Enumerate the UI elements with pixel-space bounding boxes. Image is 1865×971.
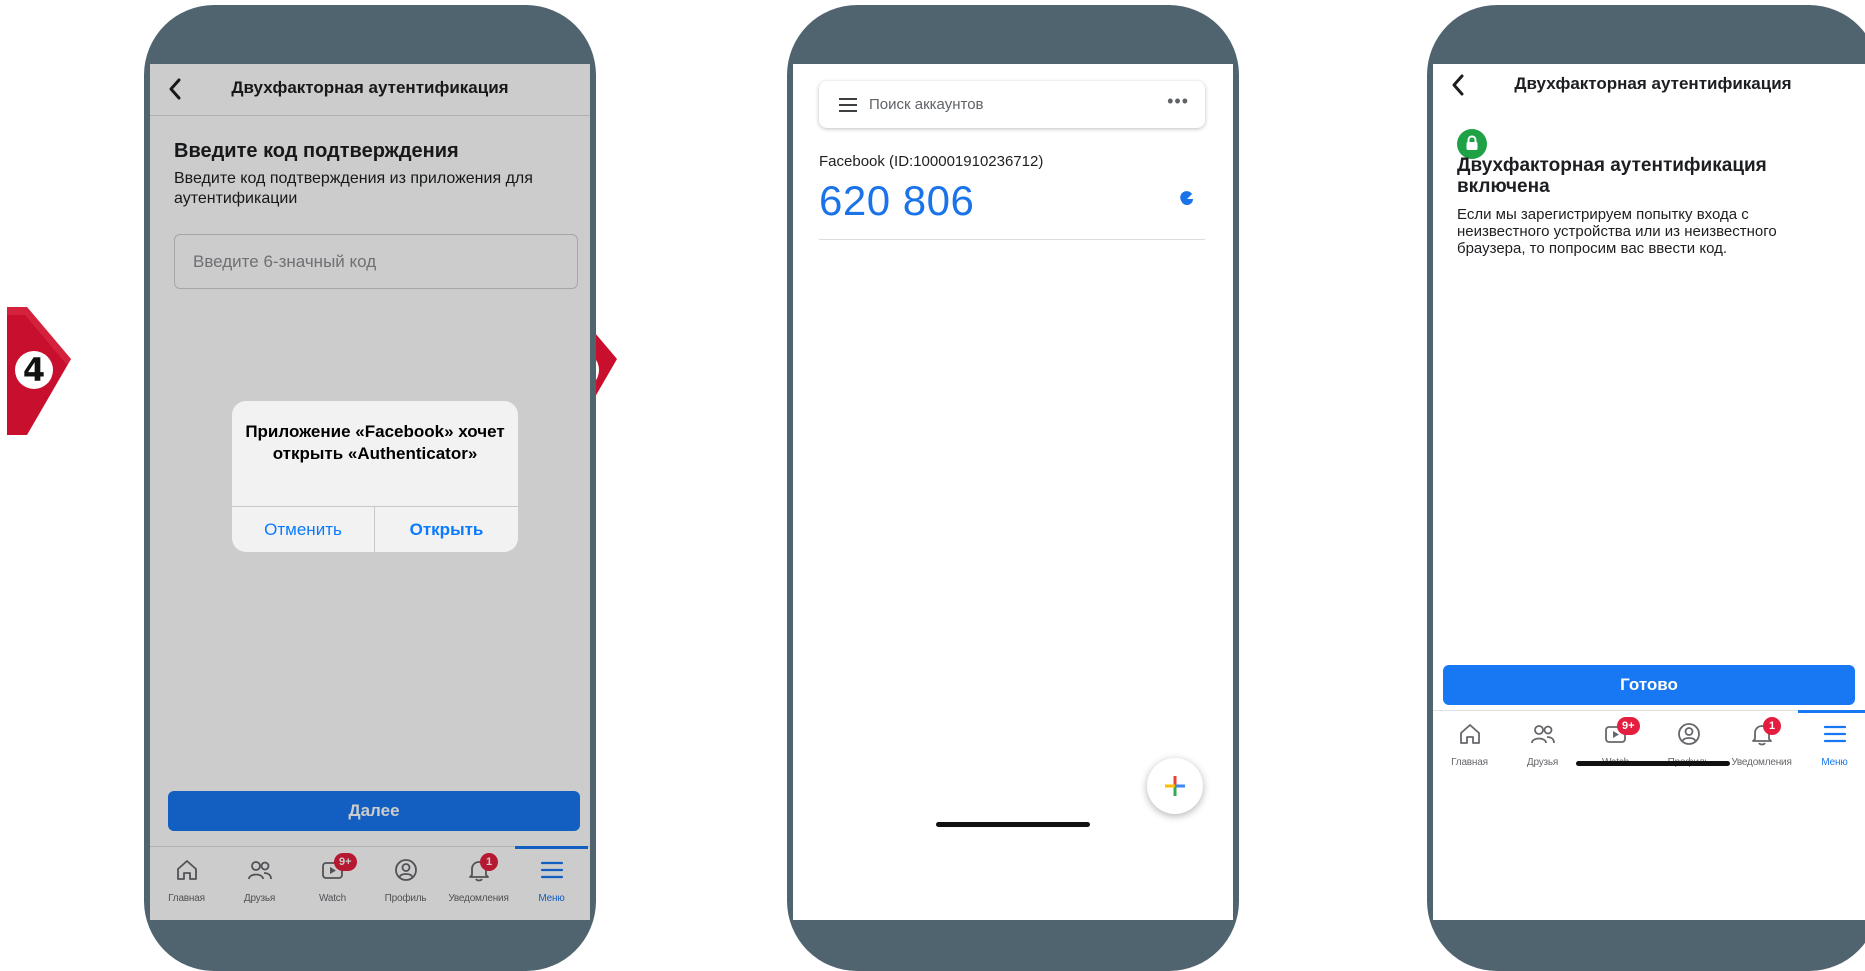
phone-frame-2: ••• Facebook (ID:100001910236712) 620 80… <box>787 5 1239 971</box>
phone-frame-3: Двухфакторная аутентификация Двухфакторн… <box>1427 5 1865 971</box>
one-time-code[interactable]: 620 806 <box>819 177 974 225</box>
tab-home[interactable]: Главная <box>1433 711 1506 783</box>
add-account-button[interactable] <box>1147 758 1203 814</box>
profile-icon <box>1678 723 1700 745</box>
account-search-input[interactable] <box>869 89 1139 119</box>
account-divider <box>819 239 1205 240</box>
alert-message: Приложение «Facebook» хочет открыть «Aut… <box>245 422 505 463</box>
alert-cancel-button[interactable]: Отменить <box>232 507 375 552</box>
notification-badge: 1 <box>1763 717 1781 735</box>
home-indicator <box>936 822 1090 827</box>
page-description: Если мы зарегистрируем попытку входа с н… <box>1457 206 1777 257</box>
home-indicator <box>1576 761 1730 766</box>
step-number: 4 <box>15 351 53 389</box>
home-icon <box>1460 724 1480 744</box>
tab-label: Друзья <box>1526 757 1559 768</box>
more-horizontal-icon[interactable]: ••• <box>1167 91 1189 112</box>
lock-icon <box>1466 135 1478 150</box>
app-header: Двухфакторная аутентификация <box>1433 64 1865 114</box>
notification-badge: 9+ <box>1617 717 1640 735</box>
account-name: Facebook (ID:100001910236712) <box>819 153 1044 170</box>
tab-label: Уведомления <box>1731 757 1792 768</box>
tab-notifications[interactable]: 1 Уведомления <box>1725 711 1798 783</box>
friends-icon <box>1531 725 1555 744</box>
tab-friends[interactable]: Друзья <box>1506 711 1579 783</box>
plus-icon <box>1165 776 1185 796</box>
tab-watch[interactable]: 9+ Watch <box>1579 711 1652 783</box>
tab-profile[interactable]: Профиль <box>1652 711 1725 783</box>
tab-menu[interactable]: Меню <box>1798 710 1865 783</box>
menu-icon <box>1823 725 1847 743</box>
authenticator-screen: ••• Facebook (ID:100001910236712) 620 80… <box>793 64 1233 920</box>
two-factor-enabled-screen: Двухфакторная аутентификация Двухфакторн… <box>1433 64 1865 920</box>
countdown-pie-icon <box>1180 191 1193 205</box>
page-title: Двухфакторная аутентификация включена <box>1457 155 1767 197</box>
tab-label: Меню <box>1821 757 1848 768</box>
account-search-bar[interactable]: ••• <box>819 81 1205 128</box>
phone-frame-1: Двухфакторная аутентификация Введите код… <box>144 5 596 971</box>
done-button[interactable]: Готово <box>1443 665 1855 705</box>
open-app-alert: Приложение «Facebook» хочет открыть «Aut… <box>232 401 518 552</box>
alert-button-row: Отменить Открыть <box>232 506 518 552</box>
bottom-tab-bar: Главная Друзья 9+ Watch Профиль 1 Уведом… <box>1433 710 1865 782</box>
hamburger-icon[interactable] <box>838 95 858 115</box>
header-title: Двухфакторная аутентификация <box>1514 74 1792 93</box>
tab-label: Главная <box>1451 757 1488 768</box>
alert-open-button[interactable]: Открыть <box>375 507 518 552</box>
facebook-verification-screen: Двухфакторная аутентификация Введите код… <box>150 64 590 920</box>
step-badge-4: 4 <box>7 307 71 435</box>
